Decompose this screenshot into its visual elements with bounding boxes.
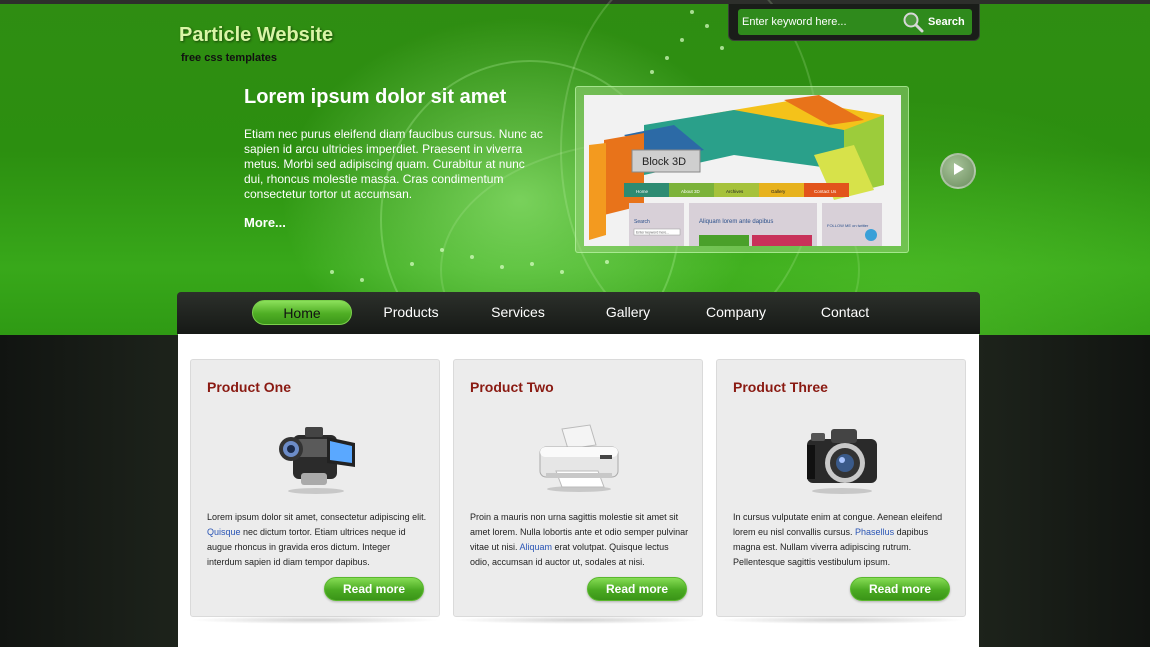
decor-particle <box>665 56 669 60</box>
background-right <box>979 335 1150 647</box>
decor-particle <box>530 262 534 266</box>
decor-particle <box>705 24 709 28</box>
intro-text: Etiam nec purus eleifend diam faucibus c… <box>244 127 543 201</box>
play-arrow-icon <box>950 161 966 182</box>
showcase-follow-label: FOLLOW ME on twitter <box>827 223 869 228</box>
product-card: Product Two Proin a mauris non urna sagi… <box>453 359 703 617</box>
showcase-label: Block 3D <box>642 156 686 168</box>
search-button-label: Search <box>928 16 965 28</box>
header-banner: Particle Website free css templates Sear… <box>0 0 1150 335</box>
nav-item-products[interactable]: Products <box>367 300 455 325</box>
nav-item-gallery[interactable]: Gallery <box>584 300 672 325</box>
background-left <box>0 335 178 647</box>
card-shadow <box>190 616 440 624</box>
product-card: Product Three In cursus vulputate enim a… <box>716 359 966 617</box>
card-shadow <box>453 616 703 624</box>
video-camera-icon <box>271 415 361 495</box>
search-bar: Search <box>728 4 980 41</box>
product-inline-link[interactable]: Aliquam <box>520 542 553 552</box>
decor-particle <box>500 265 504 269</box>
decor-particle <box>650 70 654 74</box>
decor-particle <box>440 248 444 252</box>
showcase-nav-item: About 3D <box>681 189 701 194</box>
main-nav: Home Products Services Gallery Company C… <box>177 292 980 334</box>
showcase-search-label: Search <box>634 219 650 225</box>
showcase-nav-item: Archives <box>726 189 744 194</box>
search-input[interactable] <box>738 9 900 35</box>
decor-particle <box>605 260 609 264</box>
magnifier-icon <box>902 11 924 33</box>
featured-slide[interactable]: Block 3D Home About 3D Archives Gallery … <box>575 86 909 253</box>
decor-particle <box>410 262 414 266</box>
decor-particle <box>360 278 364 282</box>
product-description: Lorem ipsum dolor sit amet, consectetur … <box>207 510 427 570</box>
product-text: Lorem ipsum dolor sit amet, consectetur … <box>207 512 427 522</box>
product-title[interactable]: Product One <box>207 379 291 395</box>
slider-next-button[interactable] <box>940 153 976 189</box>
showcase-nav-item: Home <box>636 189 649 194</box>
nav-item-contact[interactable]: Contact <box>801 300 889 325</box>
intro-title: Lorem ipsum dolor sit amet <box>244 86 507 108</box>
photo-camera-icon <box>797 415 887 495</box>
showcase-nav-item: Gallery <box>771 189 786 194</box>
site-logo-title[interactable]: Particle Website <box>179 24 333 47</box>
product-title[interactable]: Product Two <box>470 379 554 395</box>
product-inline-link[interactable]: Phasellus <box>855 527 894 537</box>
read-more-button[interactable]: Read more <box>587 577 687 601</box>
decor-particle <box>720 46 724 50</box>
decor-particle <box>470 255 474 259</box>
product-title[interactable]: Product Three <box>733 379 828 395</box>
product-inline-link[interactable]: Quisque <box>207 527 241 537</box>
read-more-button[interactable]: Read more <box>324 577 424 601</box>
site-logo-subtitle: free css templates <box>181 52 277 64</box>
decor-particle <box>330 270 334 274</box>
product-description: In cursus vulputate enim at congue. Aene… <box>733 510 953 570</box>
product-card: Product One Lorem ipsum dolor sit amet, … <box>190 359 440 617</box>
decor-particle <box>560 270 564 274</box>
intro-more-link[interactable]: More... <box>244 215 286 230</box>
featured-slide-image: Block 3D Home About 3D Archives Gallery … <box>584 95 901 246</box>
printer-icon <box>534 415 624 495</box>
read-more-button[interactable]: Read more <box>850 577 950 601</box>
search-button[interactable]: Search <box>900 9 972 35</box>
nav-item-home[interactable]: Home <box>252 300 352 325</box>
showcase-nav-item: Contact Us <box>814 189 837 194</box>
nav-item-company[interactable]: Company <box>692 300 780 325</box>
decor-particle <box>680 38 684 42</box>
product-description: Proin a mauris non urna sagittis molesti… <box>470 510 690 570</box>
showcase-post-title: Aliquam lorem ante dapibus <box>699 219 773 225</box>
products-section: Product One Lorem ipsum dolor sit amet, … <box>178 334 979 647</box>
nav-item-services[interactable]: Services <box>474 300 562 325</box>
card-shadow <box>716 616 966 624</box>
showcase-search-input: Enter keyword here... <box>636 231 669 235</box>
decor-particle <box>690 10 694 14</box>
